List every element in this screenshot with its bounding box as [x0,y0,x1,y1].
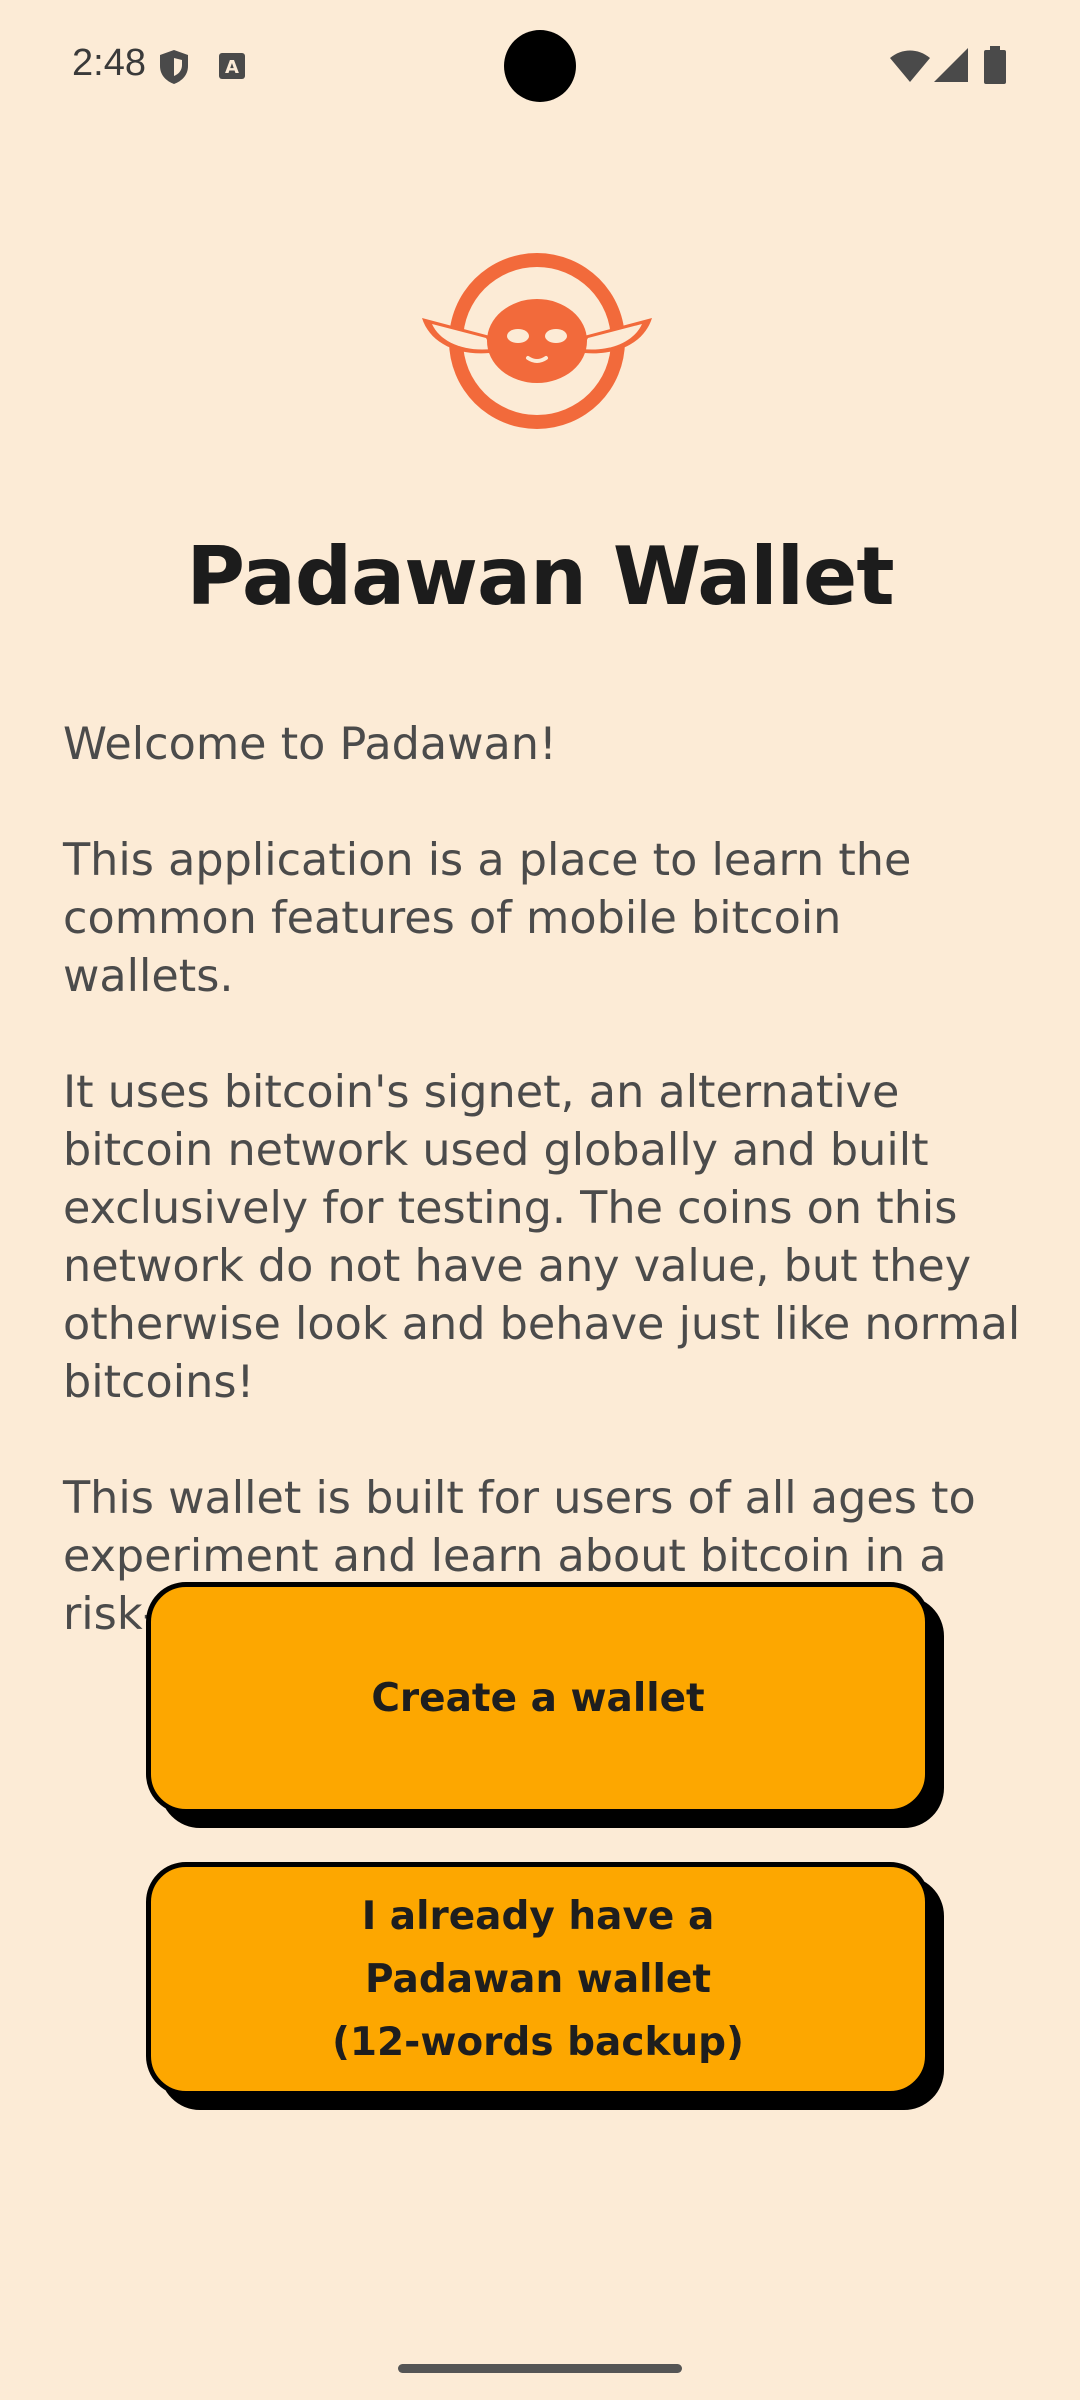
battery-icon [984,46,1006,88]
shield-icon [158,48,190,90]
restore-wallet-label-line1: I already have a [361,1893,715,1939]
padawan-logo-icon [420,248,654,434]
restore-wallet-button-wrapper: I already have a Padawan wallet (12-word… [146,1862,944,2110]
intro-text: Welcome to Padawan! This application is … [63,716,1023,1702]
status-time: 2:48 [72,42,146,84]
intro-paragraph: Welcome to Padawan! [63,719,557,770]
home-indicator[interactable] [398,2364,682,2373]
restore-wallet-label-line3: (12-words backup) [332,2019,744,2065]
camera-cutout [504,30,576,102]
signal-icon [934,48,968,86]
create-wallet-button[interactable]: Create a wallet [146,1582,930,1814]
text-a-icon: A [218,52,246,84]
svg-text:A: A [225,57,239,78]
restore-wallet-button[interactable]: I already have a Padawan wallet (12-word… [146,1862,930,2096]
restore-wallet-label-line2: Padawan wallet [365,1956,711,2002]
create-wallet-button-wrapper: Create a wallet [146,1582,944,1828]
create-wallet-label: Create a wallet [371,1675,705,1721]
intro-paragraph: It uses bitcoin's signet, an alternative… [63,1067,1021,1408]
page-title: Padawan Wallet [186,530,894,623]
wifi-icon [890,50,930,86]
intro-paragraph: This application is a place to learn the… [63,835,912,1002]
